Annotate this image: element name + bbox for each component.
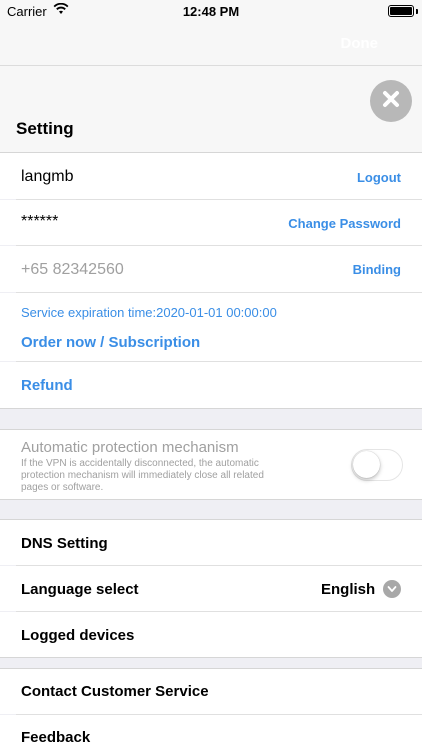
- change-password-button[interactable]: Change Password: [288, 216, 401, 231]
- contact-service-row[interactable]: Contact Customer Service: [0, 669, 422, 714]
- dns-setting-label: DNS Setting: [21, 535, 108, 552]
- section-divider: [0, 499, 422, 500]
- status-time: 12:48 PM: [182, 4, 240, 19]
- refund-row: Refund: [0, 362, 422, 408]
- page-title: Setting: [16, 119, 74, 138]
- feedback-label: Feedback: [21, 729, 91, 746]
- contact-service-label: Contact Customer Service: [21, 683, 209, 700]
- protection-description-2: protection mechanism will immediately cl…: [21, 470, 264, 481]
- protection-toggle[interactable]: [351, 449, 403, 481]
- language-select-row[interactable]: Language select English: [0, 566, 422, 611]
- protection-row: Automatic protection mechanism If the VP…: [0, 430, 422, 499]
- battery-tip: [416, 9, 418, 14]
- done-button[interactable]: Done: [341, 35, 379, 52]
- logged-devices-row[interactable]: Logged devices: [0, 612, 422, 657]
- close-icon: [381, 89, 401, 114]
- section-divider: [0, 657, 422, 658]
- protection-description-1: If the VPN is accidentally disconnected,…: [21, 458, 259, 469]
- expiration-text: Service expiration time:2020-01-01 00:00…: [21, 305, 277, 320]
- password-value: ******: [21, 213, 59, 230]
- close-button[interactable]: [370, 80, 412, 122]
- nav-bar: Done: [0, 22, 422, 66]
- language-value: English: [321, 581, 376, 598]
- protection-title: Automatic protection mechanism: [21, 439, 239, 456]
- phone-row: +65 82342560 Binding: [0, 246, 422, 292]
- section-divider: [0, 408, 422, 409]
- logout-button[interactable]: Logout: [357, 170, 401, 185]
- refund-link[interactable]: Refund: [21, 377, 73, 394]
- dns-setting-row[interactable]: DNS Setting: [0, 520, 422, 565]
- settings-header: Setting: [0, 66, 422, 153]
- subscription-row: Service expiration time:2020-01-01 00:00…: [0, 293, 422, 361]
- order-subscription-link[interactable]: Order now / Subscription: [21, 334, 200, 351]
- logged-devices-label: Logged devices: [21, 627, 135, 644]
- binding-button[interactable]: Binding: [353, 262, 401, 277]
- password-row: ****** Change Password: [0, 200, 422, 245]
- username-value: langmb: [21, 168, 74, 185]
- toggle-knob: [353, 451, 380, 478]
- phone-value: +65 82342560: [21, 261, 124, 278]
- username-row: langmb Logout: [0, 153, 422, 199]
- feedback-row[interactable]: Feedback: [0, 715, 422, 750]
- protection-description-3: pages or software.: [21, 482, 104, 493]
- status-bar: Carrier 12:48 PM: [0, 0, 422, 22]
- language-select-label: Language select: [21, 581, 139, 598]
- chevron-down-icon[interactable]: [383, 580, 401, 598]
- battery-icon: [388, 5, 414, 17]
